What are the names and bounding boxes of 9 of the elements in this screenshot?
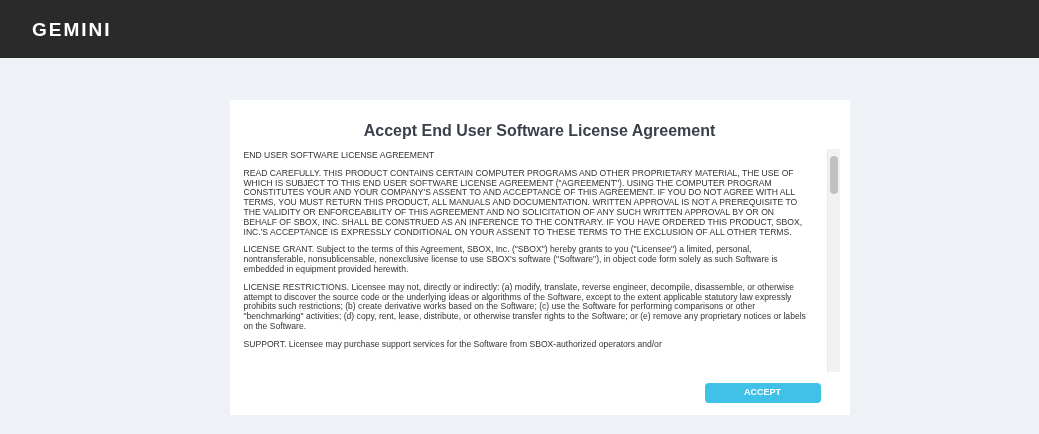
accept-button[interactable]: ACCEPT xyxy=(704,383,821,403)
agreement-paragraph: SUPPORT. Licensee may purchase support services for the Software from SBOX-authorized operators and/or xyxy=(243,339,663,350)
logo: GEMINI xyxy=(32,19,112,39)
agreement-paragraph: READ CAREFULLY. THIS PRODUCT CONTAINS CERTAIN COMPUTER PROGRAMS AND OTHER PROPRIETARY MATERIAL, THE USE OF WHICH IS SUBJECT TO THIS END USER SOFTWARE LICENSE AGREEMENT ("AGREEMENT"). USING THE COMPUTER PROGRAM CONSTITUTES YOUR AND YOUR COMPANY'S ASSENT TO AND ACCEPTANCE OF THIS AGREEMENT. IF YOU DO NOT AGREE WITH ALL TERMS, YOU MUST RETURN THIS PRODUCT, ALL MANUALS AND DOCUMENTATION. WRITTEN APPROVAL IS NOT A PREREQUISITE TO THE VALIDITY OR ENFORCEABILITY OF THIS AGREEMENT AND NO SOLICITATION OF ANY SUCH WRITTEN APPROVAL BY OR ON BEHALF OF SBOX, INC. SHALL BE CONSTRUED AS AN INFERENCE TO THE CONTRARY. IF YOU HAVE ORDERED THIS PRODUCT, SBOX, INC.'S ACCEPTANCE IS EXPRESSLY CONDITIONAL ON YOUR ASSENT TO THESE TERMS TO THE EXCLUSION OF ALL OTHER TERMS. xyxy=(243,168,804,238)
scrollbar-thumb[interactable] xyxy=(829,156,838,194)
agreement-paragraph: LICENSE RESTRICTIONS. Licensee may not, directly or indirectly: (a) modify, translate, reverse engineer, decompile, disassemble, or otherwise attempt to discover the source code or the underlying ideas or algorithms of the Software, except to the extent applicable statutory law expressly prohibits such restrictions; (b) create derivative works based on the Software; (c) use the Software for performing comparisons or other "benchmarking" activities; (d) copy, rent, lease, distribute, or otherwise transfer rights to the Software; or (e) remove any proprietary notices or labels on the Software. xyxy=(243,282,807,332)
agreement-paragraph: LICENSE GRANT. Subject to the terms of this Agreement, SBOX, Inc. ("SBOX") hereby grants to you ("Licensee") a limited, personal, nontransferable, nonsublicensable, nonexclusive license to use SBOX's software ("Software"), in object code form solely as such Software is embedded in equipment provided herewith. xyxy=(243,245,779,275)
dialog-title: Accept End User Software License Agreement xyxy=(362,121,717,141)
agreement-heading: END USER SOFTWARE LICENSE AGREEMENT xyxy=(243,151,436,161)
